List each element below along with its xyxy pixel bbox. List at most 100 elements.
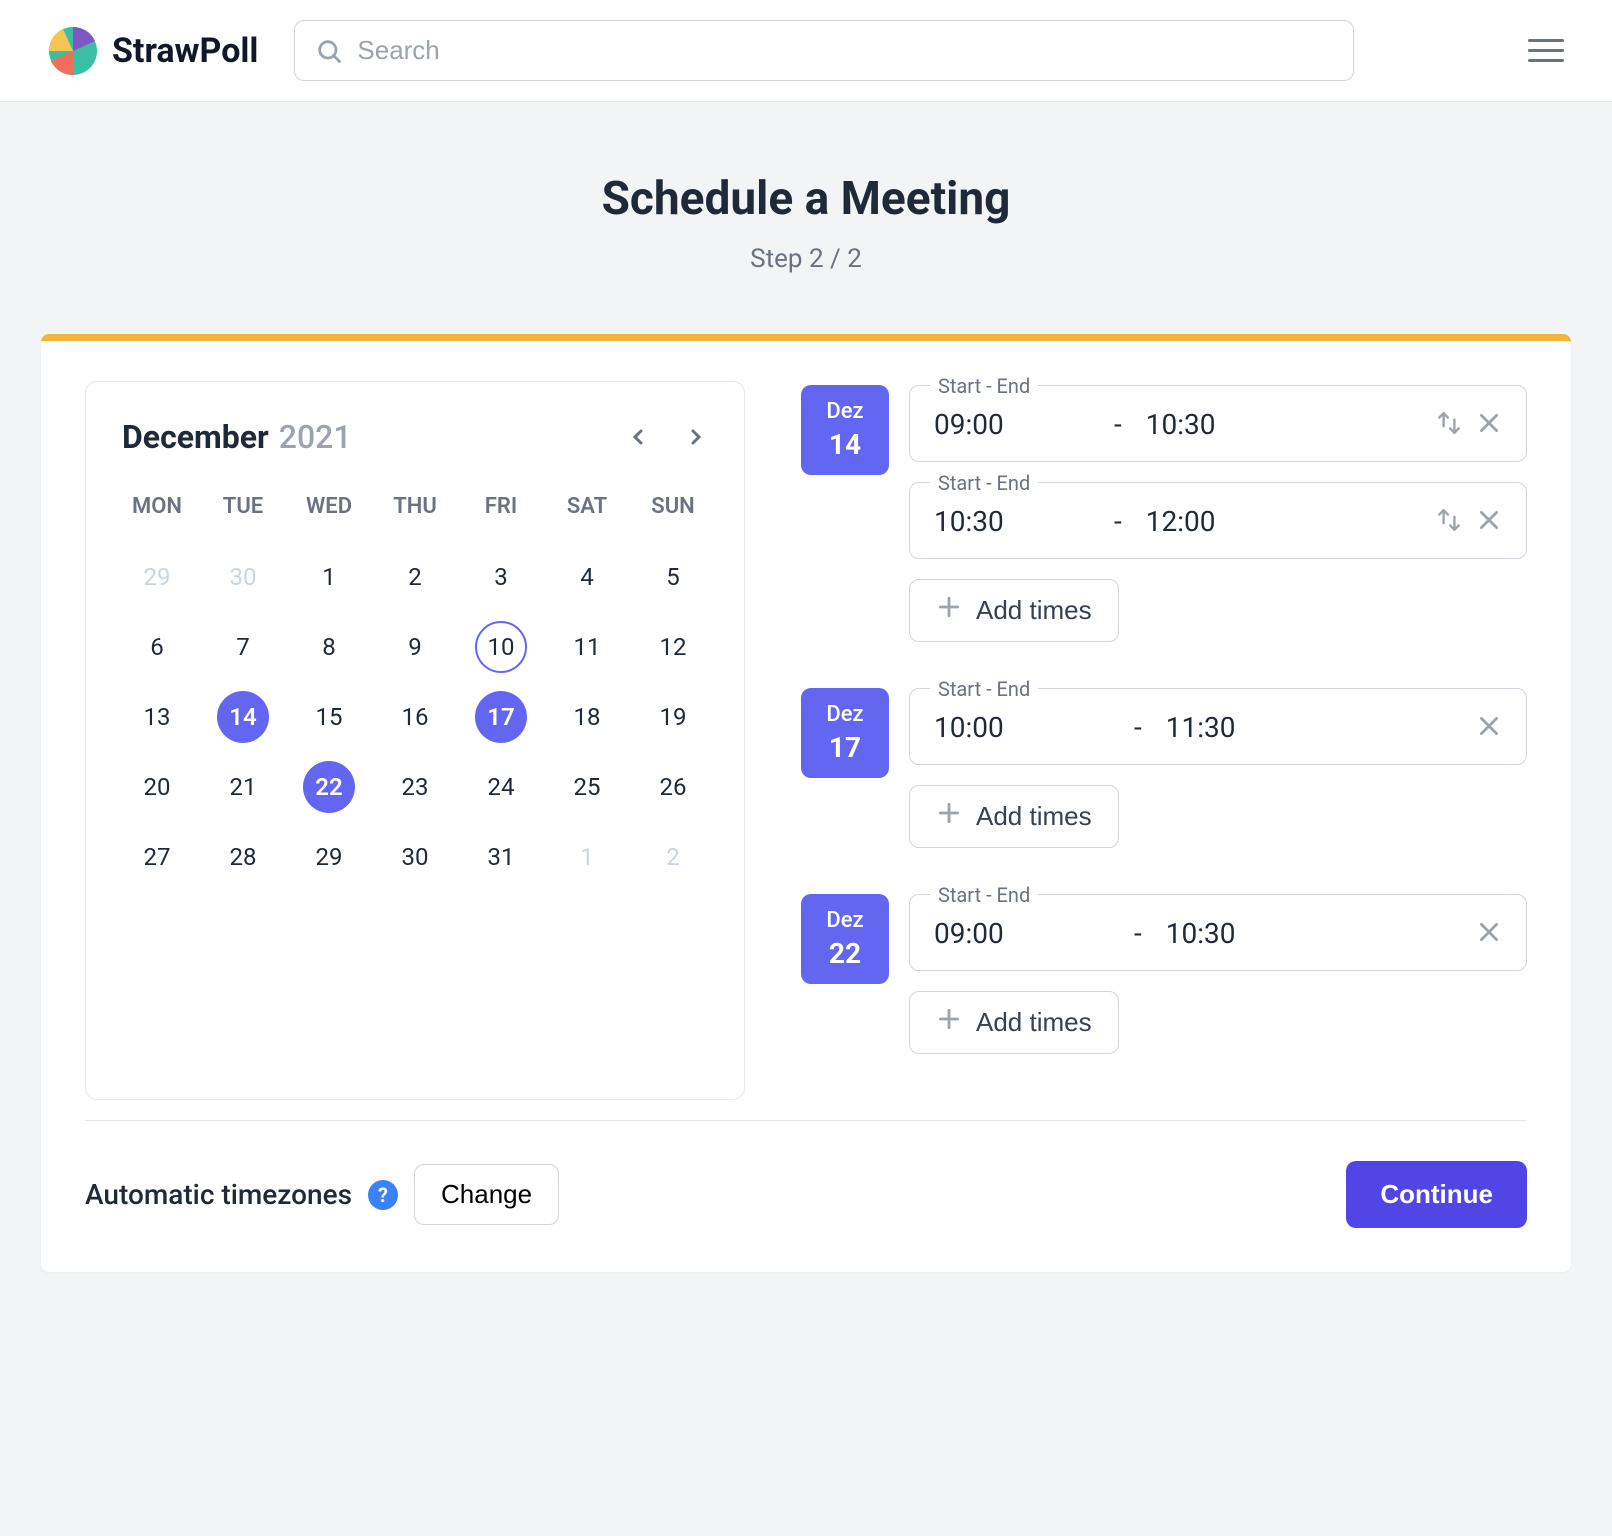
slot-group: Dez14Start - End09:00-10:30Start - End10… xyxy=(801,385,1527,642)
footer-bar: Automatic timezones ? Change Continue xyxy=(85,1120,1527,1228)
remove-icon[interactable] xyxy=(1476,713,1502,743)
page: Schedule a Meeting Step 2 / 2 December 2… xyxy=(41,102,1571,1352)
logo-icon xyxy=(48,26,98,76)
calendar-day[interactable]: 15 xyxy=(286,687,372,747)
slot-list: Start - End10:00-11:30Add times xyxy=(909,688,1527,848)
calendar-day[interactable]: 5 xyxy=(630,547,716,607)
remove-icon[interactable] xyxy=(1476,919,1502,949)
calendar-day[interactable]: 2 xyxy=(372,547,458,607)
calendar-day[interactable]: 19 xyxy=(630,687,716,747)
calendar-day[interactable]: 2 xyxy=(630,827,716,887)
calendar-day[interactable]: 29 xyxy=(114,547,200,607)
slot-end[interactable]: 12:00 xyxy=(1146,505,1326,538)
calendar-day[interactable]: 13 xyxy=(114,687,200,747)
reorder-icon[interactable] xyxy=(1436,410,1462,440)
add-times-button[interactable]: Add times xyxy=(909,579,1119,642)
add-times-label: Add times xyxy=(976,801,1092,832)
calendar-day[interactable]: 1 xyxy=(544,827,630,887)
calendar-day[interactable]: 18 xyxy=(544,687,630,747)
timezone-label: Automatic timezones xyxy=(85,1178,352,1211)
add-times-button[interactable]: Add times xyxy=(909,785,1119,848)
date-badge: Dez22 xyxy=(801,894,889,984)
date-badge: Dez14 xyxy=(801,385,889,475)
time-slot[interactable]: Start - End10:00-11:30 xyxy=(909,688,1527,765)
calendar-day[interactable]: 12 xyxy=(630,617,716,677)
time-slot[interactable]: Start - End10:30-12:00 xyxy=(909,482,1527,559)
menu-icon[interactable] xyxy=(1528,39,1564,62)
calendar-day[interactable]: 16 xyxy=(372,687,458,747)
calendar-day[interactable]: 4 xyxy=(544,547,630,607)
date-badge: Dez 17 xyxy=(801,688,889,778)
time-slot[interactable]: Start - End09:00-10:30 xyxy=(909,385,1527,462)
calendar-grid: MONTUEWEDTHUFRISATSUN2930123456789101112… xyxy=(114,484,716,887)
slot-end[interactable]: 10:30 xyxy=(1166,917,1346,950)
calendar-day[interactable]: 1 xyxy=(286,547,372,607)
calendar-day[interactable]: 11 xyxy=(544,617,630,677)
slot-start[interactable]: 09:00 xyxy=(934,917,1004,950)
calendar-day[interactable]: 30 xyxy=(200,547,286,607)
calendar-day[interactable]: 3 xyxy=(458,547,544,607)
slot-end[interactable]: 11:30 xyxy=(1166,711,1346,744)
slot-separator: - xyxy=(1114,505,1126,538)
slot-start[interactable]: 10:30 xyxy=(934,505,1004,538)
slot-start[interactable]: 10:00 xyxy=(934,711,1004,744)
calendar-day[interactable]: 30 xyxy=(372,827,458,887)
add-times-button[interactable]: Add times xyxy=(909,991,1119,1054)
search-field[interactable] xyxy=(294,20,1354,81)
calendar-day[interactable]: 22 xyxy=(286,757,372,817)
next-month-icon[interactable] xyxy=(684,425,708,449)
slot-start[interactable]: 09:00 xyxy=(934,408,1004,441)
brand[interactable]: StrawPoll xyxy=(48,26,258,76)
slot-legend: Start - End xyxy=(930,677,1038,701)
time-slots: Dez14Start - End09:00-10:30Start - End10… xyxy=(801,381,1527,1100)
calendar-day[interactable]: 31 xyxy=(458,827,544,887)
calendar-day[interactable]: 20 xyxy=(114,757,200,817)
calendar-month: December xyxy=(122,418,269,456)
calendar-day[interactable]: 26 xyxy=(630,757,716,817)
plus-icon xyxy=(936,800,962,833)
date-badge-day: 17 xyxy=(829,731,861,764)
search-input[interactable] xyxy=(357,35,1333,66)
slot-end[interactable]: 10:30 xyxy=(1146,408,1326,441)
prev-month-icon[interactable] xyxy=(626,425,650,449)
calendar-day[interactable]: 7 xyxy=(200,617,286,677)
time-slot[interactable]: Start - End09:00-10:30 xyxy=(909,894,1527,971)
date-badge-month: Dez xyxy=(826,702,863,727)
add-times-label: Add times xyxy=(976,595,1092,626)
change-button[interactable]: Change xyxy=(414,1164,559,1225)
calendar-day[interactable]: 8 xyxy=(286,617,372,677)
calendar-day[interactable]: 21 xyxy=(200,757,286,817)
slot-group: Dez17Start - End10:00-11:30Add times xyxy=(801,688,1527,848)
continue-button[interactable]: Continue xyxy=(1346,1161,1527,1228)
calendar-day[interactable]: 25 xyxy=(544,757,630,817)
slot-separator: - xyxy=(1134,711,1146,744)
calendar-day[interactable]: 24 xyxy=(458,757,544,817)
date-badge-month: Dez xyxy=(826,399,863,424)
page-title: Schedule a Meeting xyxy=(41,172,1571,226)
calendar-day[interactable]: 23 xyxy=(372,757,458,817)
date-badge-month: Dez xyxy=(826,908,863,933)
calendar-dow: TUE xyxy=(200,484,286,537)
calendar-day[interactable]: 27 xyxy=(114,827,200,887)
calendar-dow: SAT xyxy=(544,484,630,537)
remove-icon[interactable] xyxy=(1476,410,1502,440)
reorder-icon[interactable] xyxy=(1436,507,1462,537)
plus-icon xyxy=(936,1006,962,1039)
help-icon[interactable]: ? xyxy=(368,1180,398,1210)
slot-separator: - xyxy=(1134,917,1146,950)
calendar-day[interactable]: 10 xyxy=(458,617,544,677)
calendar-day[interactable]: 28 xyxy=(200,827,286,887)
slot-legend: Start - End xyxy=(930,374,1038,398)
calendar-day[interactable]: 29 xyxy=(286,827,372,887)
calendar-dow: SUN xyxy=(630,484,716,537)
calendar-day[interactable]: 9 xyxy=(372,617,458,677)
slot-legend: Start - End xyxy=(930,883,1038,907)
slot-list: Start - End09:00-10:30Add times xyxy=(909,894,1527,1054)
calendar-dow: WED xyxy=(286,484,372,537)
slot-group: Dez22Start - End09:00-10:30Add times xyxy=(801,894,1527,1054)
calendar-day[interactable]: 14 xyxy=(200,687,286,747)
calendar-day[interactable]: 17 xyxy=(458,687,544,747)
remove-icon[interactable] xyxy=(1476,507,1502,537)
calendar-day[interactable]: 6 xyxy=(114,617,200,677)
search-icon xyxy=(315,37,343,65)
